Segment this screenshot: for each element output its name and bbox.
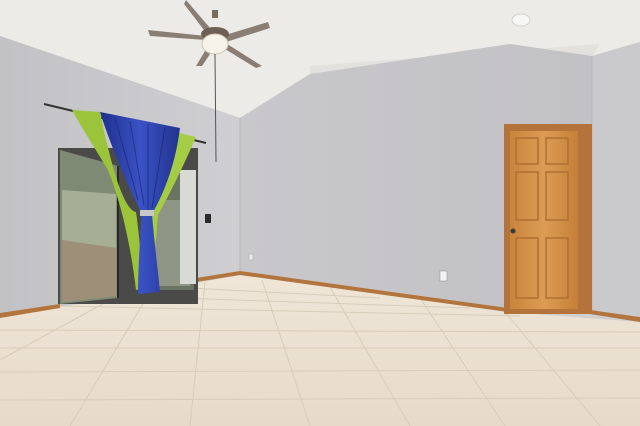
outlet <box>248 253 254 261</box>
wooden-door <box>504 124 592 314</box>
outlet <box>439 270 448 282</box>
right-wall <box>592 42 640 322</box>
fan-light-globe <box>201 33 229 55</box>
door-knob <box>510 228 516 234</box>
room-photo <box>0 0 640 426</box>
light-switch <box>205 214 211 223</box>
smoke-detector <box>511 13 531 27</box>
